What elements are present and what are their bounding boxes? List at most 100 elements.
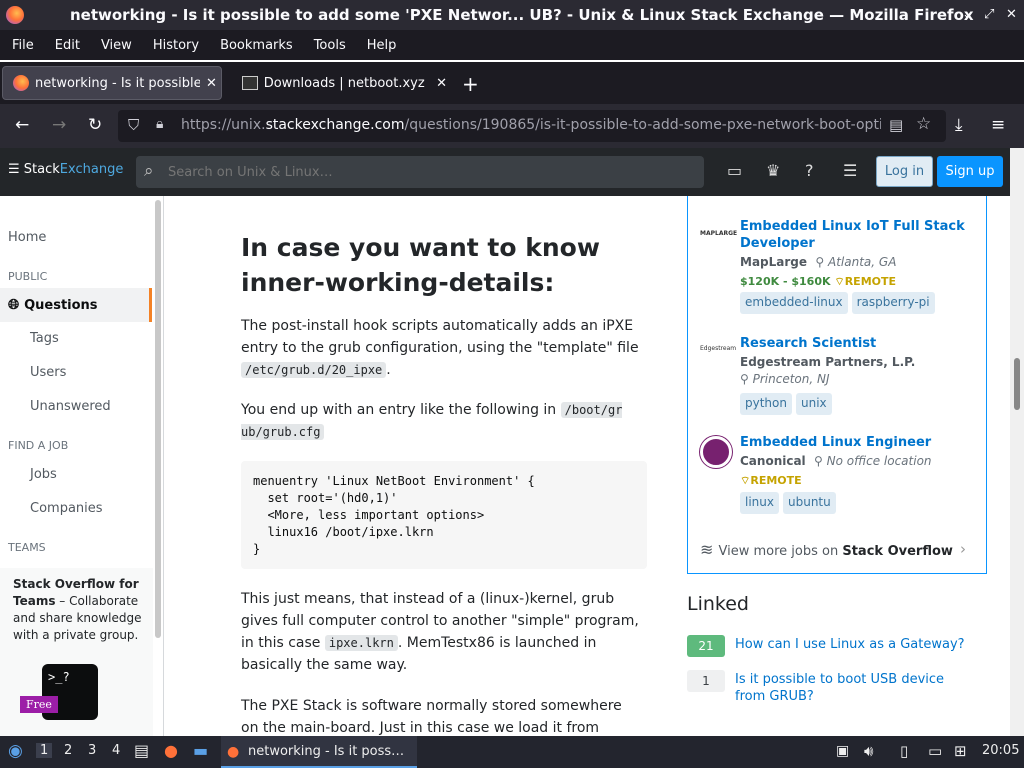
- job-tags: python unix: [740, 393, 836, 415]
- menu-history[interactable]: History: [153, 38, 199, 53]
- tag[interactable]: ubuntu: [782, 492, 836, 514]
- hamburger-menu-icon[interactable]: ≡: [991, 115, 1005, 135]
- desktop-icon[interactable]: ▬: [193, 741, 208, 760]
- canonical-logo-icon: [700, 436, 732, 468]
- volume-icon[interactable]: 🔊︎: [864, 742, 873, 760]
- reload-icon[interactable]: ↻: [88, 115, 102, 135]
- job-company: Canonical ⚲ No office location: [740, 454, 932, 468]
- view-more-jobs-link[interactable]: ≋ View more jobs on Stack Overflow ›: [700, 540, 966, 559]
- signup-button[interactable]: Sign up: [937, 156, 1003, 187]
- new-tab-icon[interactable]: +: [462, 72, 479, 96]
- salary-text: $120K - $160K: [740, 275, 831, 288]
- url-text[interactable]: https://unix.stackexchange.com/questions…: [181, 117, 881, 133]
- firefox-launcher-icon[interactable]: ●: [164, 741, 178, 760]
- menu-view[interactable]: View: [101, 38, 132, 53]
- tab-close-icon[interactable]: ✕: [436, 76, 447, 91]
- menu-bookmarks[interactable]: Bookmarks: [220, 38, 293, 53]
- stackexchange-logo[interactable]: ☰ StackExchange: [8, 162, 123, 177]
- help-icon[interactable]: ?: [805, 161, 814, 180]
- bookmark-star-icon[interactable]: ☆: [916, 114, 931, 134]
- answer-content: In case you want to know inner-working-d…: [164, 196, 674, 736]
- taskbar-window-firefox[interactable]: ● networking - Is it poss…: [221, 736, 417, 768]
- job-location-row: ⚲ Princeton, NJ: [740, 372, 830, 386]
- start-menu-icon[interactable]: ◉: [8, 741, 23, 761]
- workspace-3[interactable]: 3: [88, 743, 96, 758]
- menu-edit[interactable]: Edit: [55, 38, 80, 53]
- linked-heading: Linked: [687, 593, 749, 615]
- menu-file[interactable]: File: [12, 38, 34, 53]
- teams-promo: Stack Overflow for Teams – Collaborate a…: [0, 568, 153, 736]
- tag[interactable]: raspberry-pi: [851, 292, 935, 314]
- sidebar-item-questions[interactable]: 🌐︎ Questions: [8, 297, 98, 313]
- workspace-4[interactable]: 4: [112, 743, 120, 758]
- job-salary: $120K - $160K ⌔REMOTE: [740, 275, 896, 289]
- forward-icon[interactable]: →: [52, 115, 66, 135]
- sidebar-item-companies[interactable]: Companies: [30, 501, 103, 516]
- p1-end: .: [386, 362, 391, 378]
- menu-help[interactable]: Help: [367, 38, 397, 53]
- tab-downloads[interactable]: Downloads | netboot.xyz ✕: [232, 66, 447, 100]
- login-button[interactable]: Log in: [876, 156, 933, 187]
- sidebar-item-users[interactable]: Users: [30, 365, 66, 380]
- sidebar-item-tags[interactable]: Tags: [30, 331, 59, 346]
- file-manager-icon[interactable]: ▤: [134, 741, 149, 760]
- left-sidebar: Home PUBLIC 🌐︎ Questions Tags Users Unan…: [0, 196, 164, 736]
- taskbar-window-title: networking - Is it poss…: [248, 744, 405, 759]
- tag[interactable]: linux: [740, 492, 779, 514]
- minimize-icon[interactable]: ⌄: [962, 7, 973, 22]
- job-title[interactable]: Embedded Linux Engineer: [740, 434, 980, 451]
- job-location: Atlanta, GA: [828, 255, 897, 269]
- sidebar-scrollbar[interactable]: [155, 200, 161, 638]
- menu-tools[interactable]: Tools: [314, 38, 346, 53]
- job-title[interactable]: Embedded Linux IoT Full Stack Developer: [740, 218, 980, 252]
- url-path: /questions/190865/is-it-possible-to-add-…: [404, 117, 881, 133]
- lock-icon[interactable]: 🔒︎: [156, 116, 163, 132]
- linked-question[interactable]: How can I use Linux as a Gateway?: [735, 636, 975, 653]
- sidebar-item-unanswered[interactable]: Unanswered: [30, 399, 111, 414]
- page-scrollbar[interactable]: [1010, 148, 1024, 736]
- linked-question[interactable]: Is it possible to boot USB device from G…: [735, 671, 975, 705]
- workspace-2[interactable]: 2: [64, 743, 72, 758]
- tab-networking[interactable]: networking - Is it possible to add ✕: [2, 66, 222, 100]
- free-badge: Free: [20, 696, 58, 713]
- sidebar-item-jobs[interactable]: Jobs: [30, 467, 57, 482]
- sidebar-item-home[interactable]: Home: [8, 230, 46, 245]
- tag[interactable]: embedded-linux: [740, 292, 848, 314]
- reader-view-icon[interactable]: ▤: [889, 116, 903, 134]
- job-tags: embedded-linux raspberry-pi: [740, 292, 939, 314]
- paragraph-3: This just means, that instead of a (linu…: [241, 588, 641, 676]
- company-name: Canonical: [740, 454, 806, 468]
- site-switcher-icon[interactable]: ☰: [843, 161, 857, 180]
- page-scrollbar-thumb[interactable]: [1014, 358, 1020, 410]
- search-input[interactable]: [168, 156, 688, 188]
- tag[interactable]: unix: [795, 393, 832, 415]
- close-icon[interactable]: ✕: [1006, 7, 1017, 22]
- remote-text: REMOTE: [750, 474, 802, 487]
- remote-icon: ⌔: [740, 474, 751, 487]
- window-titlebar: networking - Is it possible to add some …: [0, 0, 1024, 30]
- p3-code: ipxe.lkrn: [324, 635, 398, 651]
- tab-close-icon[interactable]: ✕: [206, 76, 217, 91]
- site-search-box: ⌕: [136, 156, 704, 188]
- downloads-icon[interactable]: ⤓: [955, 115, 963, 135]
- workspace-1[interactable]: 1: [36, 743, 53, 758]
- inbox-icon[interactable]: ▭: [727, 161, 742, 180]
- tray-notes-icon[interactable]: ▯: [900, 742, 908, 760]
- trophy-icon[interactable]: ♛: [766, 161, 780, 180]
- job-remote: ⌔REMOTE: [740, 474, 802, 488]
- job-company: Edgestream Partners, L.P.: [740, 355, 916, 369]
- tray-display-icon[interactable]: ▭: [928, 742, 942, 760]
- back-icon[interactable]: ←: [15, 115, 29, 135]
- clock[interactable]: 20:05: [982, 743, 1019, 758]
- network-icon[interactable]: ⊞: [954, 742, 967, 760]
- tray-clipboard-icon[interactable]: ▣: [836, 743, 849, 759]
- tag[interactable]: python: [740, 393, 792, 415]
- firefox-window-icon: ●: [227, 744, 240, 760]
- job-title[interactable]: Research Scientist: [740, 335, 980, 352]
- maximize-icon[interactable]: ⤢: [984, 7, 994, 22]
- questions-label: Questions: [24, 298, 98, 313]
- url-bar[interactable]: ⛉ 🔒︎ https://unix.stackexchange.com/ques…: [118, 110, 946, 142]
- sidebar-section-public: PUBLIC: [8, 270, 48, 283]
- shield-icon[interactable]: ⛉: [128, 116, 139, 134]
- linked-score: 1: [687, 670, 725, 692]
